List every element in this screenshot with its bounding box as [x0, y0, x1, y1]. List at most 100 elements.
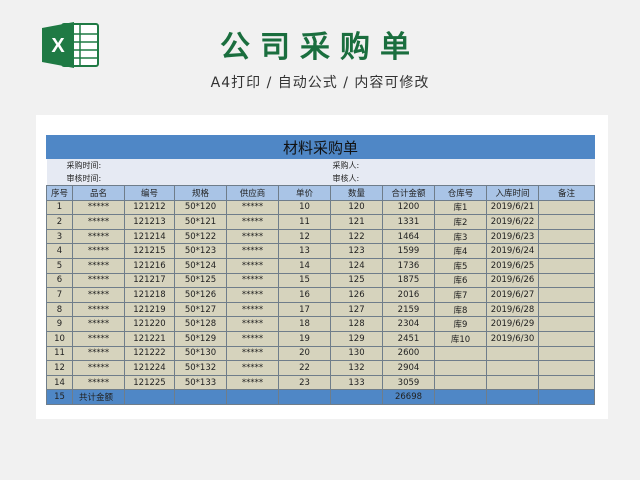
- table-cell[interactable]: 50*127: [174, 301, 227, 318]
- table-cell[interactable]: 121219: [124, 301, 175, 318]
- table-cell[interactable]: 50*130: [174, 345, 227, 362]
- table-cell[interactable]: 50*123: [174, 243, 227, 259]
- table-cell[interactable]: [537, 301, 596, 318]
- table-cell[interactable]: 125: [330, 272, 383, 289]
- table-cell[interactable]: *****: [72, 316, 125, 332]
- table-cell[interactable]: 50*124: [174, 257, 227, 274]
- table-cell[interactable]: 121221: [124, 330, 175, 347]
- table-cell[interactable]: 15: [278, 272, 331, 289]
- table-cell[interactable]: 1200: [382, 199, 435, 216]
- table-cell[interactable]: 1875: [382, 272, 435, 289]
- table-cell[interactable]: 2904: [382, 360, 435, 376]
- table-cell[interactable]: 128: [330, 316, 383, 332]
- table-cell[interactable]: 库3: [434, 228, 487, 245]
- table-cell[interactable]: *****: [226, 228, 279, 245]
- table-cell[interactable]: *****: [72, 345, 125, 362]
- table-cell[interactable]: 121225: [124, 374, 175, 391]
- table-cell[interactable]: 121222: [124, 345, 175, 362]
- table-cell[interactable]: 121220: [124, 316, 175, 332]
- table-cell[interactable]: [278, 389, 331, 405]
- table-cell[interactable]: 121217: [124, 272, 175, 289]
- table-cell[interactable]: *****: [226, 360, 279, 376]
- total-amount[interactable]: 26698: [382, 389, 435, 405]
- table-cell[interactable]: 库2: [434, 214, 487, 230]
- table-cell[interactable]: [434, 374, 487, 391]
- table-cell[interactable]: [486, 374, 539, 391]
- table-cell[interactable]: [486, 360, 539, 376]
- table-cell[interactable]: 3059: [382, 374, 435, 391]
- table-cell[interactable]: [434, 389, 487, 405]
- table-cell[interactable]: *****: [72, 360, 125, 376]
- table-cell[interactable]: 库10: [434, 330, 487, 347]
- table-cell[interactable]: [434, 345, 487, 362]
- table-cell[interactable]: 10: [278, 199, 331, 216]
- table-cell[interactable]: *****: [72, 243, 125, 259]
- table-cell[interactable]: 6: [46, 272, 73, 289]
- table-cell[interactable]: 库4: [434, 243, 487, 259]
- table-cell[interactable]: 10: [46, 330, 73, 347]
- table-cell[interactable]: 2159: [382, 301, 435, 318]
- table-cell[interactable]: 121218: [124, 287, 175, 303]
- table-cell[interactable]: 16: [278, 287, 331, 303]
- table-cell[interactable]: 2019/6/28: [486, 301, 539, 318]
- table-cell[interactable]: *****: [226, 374, 279, 391]
- table-cell[interactable]: 1331: [382, 214, 435, 230]
- table-cell[interactable]: [537, 243, 596, 259]
- table-cell[interactable]: 50*129: [174, 330, 227, 347]
- table-cell[interactable]: *****: [226, 272, 279, 289]
- table-cell[interactable]: 库9: [434, 316, 487, 332]
- table-cell[interactable]: 50*126: [174, 287, 227, 303]
- total-index[interactable]: 15: [46, 389, 73, 405]
- table-cell[interactable]: 123: [330, 243, 383, 259]
- table-cell[interactable]: *****: [72, 228, 125, 245]
- table-cell[interactable]: 2019/6/21: [486, 199, 539, 216]
- table-cell[interactable]: 126: [330, 287, 383, 303]
- table-cell[interactable]: 122: [330, 228, 383, 245]
- table-cell[interactable]: [486, 389, 539, 405]
- table-cell[interactable]: 3: [46, 228, 73, 245]
- table-cell[interactable]: 120: [330, 199, 383, 216]
- table-cell[interactable]: 5: [46, 257, 73, 274]
- table-cell[interactable]: *****: [72, 330, 125, 347]
- table-cell[interactable]: *****: [226, 243, 279, 259]
- table-cell[interactable]: *****: [72, 374, 125, 391]
- table-cell[interactable]: 4: [46, 243, 73, 259]
- table-cell[interactable]: [537, 374, 596, 391]
- table-cell[interactable]: 17: [278, 301, 331, 318]
- table-cell[interactable]: 库6: [434, 272, 487, 289]
- table-cell[interactable]: 50*121: [174, 214, 227, 230]
- table-cell[interactable]: 121214: [124, 228, 175, 245]
- table-cell[interactable]: 14: [46, 374, 73, 391]
- table-cell[interactable]: 22: [278, 360, 331, 376]
- table-cell[interactable]: 2019/6/27: [486, 287, 539, 303]
- table-cell[interactable]: 127: [330, 301, 383, 318]
- table-cell[interactable]: 1464: [382, 228, 435, 245]
- table-cell[interactable]: 13: [278, 243, 331, 259]
- table-cell[interactable]: 50*132: [174, 360, 227, 376]
- table-cell[interactable]: [537, 287, 596, 303]
- table-cell[interactable]: 库7: [434, 287, 487, 303]
- table-cell[interactable]: 9: [46, 316, 73, 332]
- table-cell[interactable]: [226, 389, 279, 405]
- table-cell[interactable]: 129: [330, 330, 383, 347]
- table-cell[interactable]: *****: [72, 214, 125, 230]
- table-cell[interactable]: 11: [46, 345, 73, 362]
- table-cell[interactable]: *****: [72, 199, 125, 216]
- table-cell[interactable]: 库5: [434, 257, 487, 274]
- table-cell[interactable]: [537, 345, 596, 362]
- table-cell[interactable]: *****: [72, 257, 125, 274]
- table-cell[interactable]: [434, 360, 487, 376]
- table-cell[interactable]: 8: [46, 301, 73, 318]
- table-cell[interactable]: 2016: [382, 287, 435, 303]
- table-cell[interactable]: *****: [226, 316, 279, 332]
- table-cell[interactable]: *****: [72, 301, 125, 318]
- table-cell[interactable]: 121216: [124, 257, 175, 274]
- table-cell[interactable]: [486, 345, 539, 362]
- table-cell[interactable]: 20: [278, 345, 331, 362]
- table-cell[interactable]: 2451: [382, 330, 435, 347]
- table-cell[interactable]: 50*133: [174, 374, 227, 391]
- table-cell[interactable]: 1599: [382, 243, 435, 259]
- table-cell[interactable]: 2019/6/23: [486, 228, 539, 245]
- table-cell[interactable]: 12: [278, 228, 331, 245]
- table-cell[interactable]: 18: [278, 316, 331, 332]
